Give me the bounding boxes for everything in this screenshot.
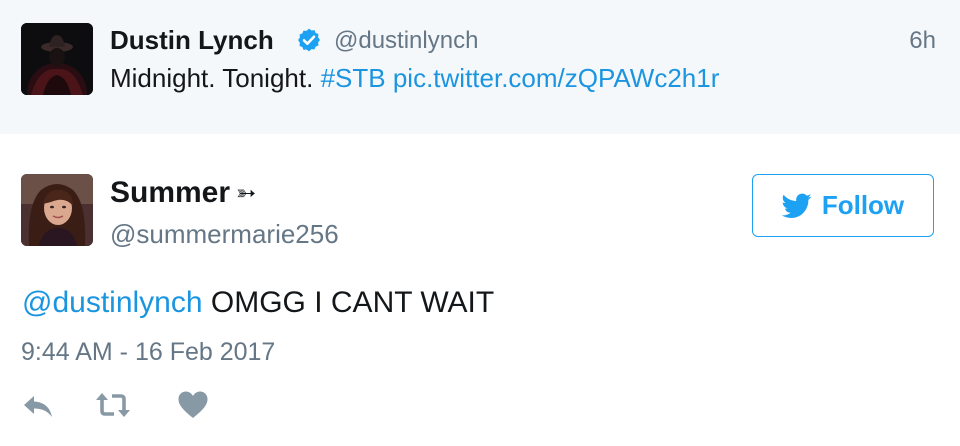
retweet-icon: [96, 393, 130, 417]
verified-badge-icon: [298, 28, 320, 52]
reply-icon: [24, 396, 52, 417]
name-arrow-emoji: ➳: [236, 180, 257, 207]
like-action[interactable]: [177, 390, 209, 420]
reply-tweet-text: @dustinlynch OMGG I CANT WAIT: [22, 286, 494, 320]
reply-tweet-body: OMGG I CANT WAIT: [210, 286, 495, 319]
reply-action[interactable]: [22, 390, 56, 420]
parent-tweet-time[interactable]: 6h: [909, 27, 936, 55]
avatar-image: [21, 174, 93, 246]
reply-author-handle[interactable]: @summermarie256: [110, 219, 339, 250]
reply-author-avatar[interactable]: [21, 174, 93, 246]
heart-icon: [178, 391, 208, 418]
hashtag-link[interactable]: #STB: [321, 63, 386, 93]
mention-link[interactable]: @dustinlynch: [22, 286, 203, 319]
reply-timestamp[interactable]: 9:44 AM - 16 Feb 2017: [21, 338, 275, 367]
parent-tweet[interactable]: Dustin Lynch @dustinlynch 6h Midnight. T…: [0, 0, 960, 134]
parent-tweet-text: Midnight. Tonight. #STB pic.twitter.com/…: [110, 63, 719, 94]
parent-tweet-body: Midnight. Tonight.: [110, 63, 314, 93]
parent-author-avatar[interactable]: [21, 23, 93, 95]
parent-author-handle[interactable]: @dustinlynch: [334, 27, 478, 55]
follow-button-label: Follow: [821, 190, 905, 220]
twitter-bird-icon: [781, 193, 812, 218]
follow-button[interactable]: Follow: [752, 174, 934, 237]
avatar-image: [21, 23, 93, 95]
media-link[interactable]: pic.twitter.com/zQPAWc2h1r: [393, 63, 720, 93]
parent-author-name[interactable]: Dustin Lynch: [110, 25, 274, 56]
reply-author-name[interactable]: Summer: [110, 176, 230, 210]
retweet-action[interactable]: [95, 390, 131, 420]
